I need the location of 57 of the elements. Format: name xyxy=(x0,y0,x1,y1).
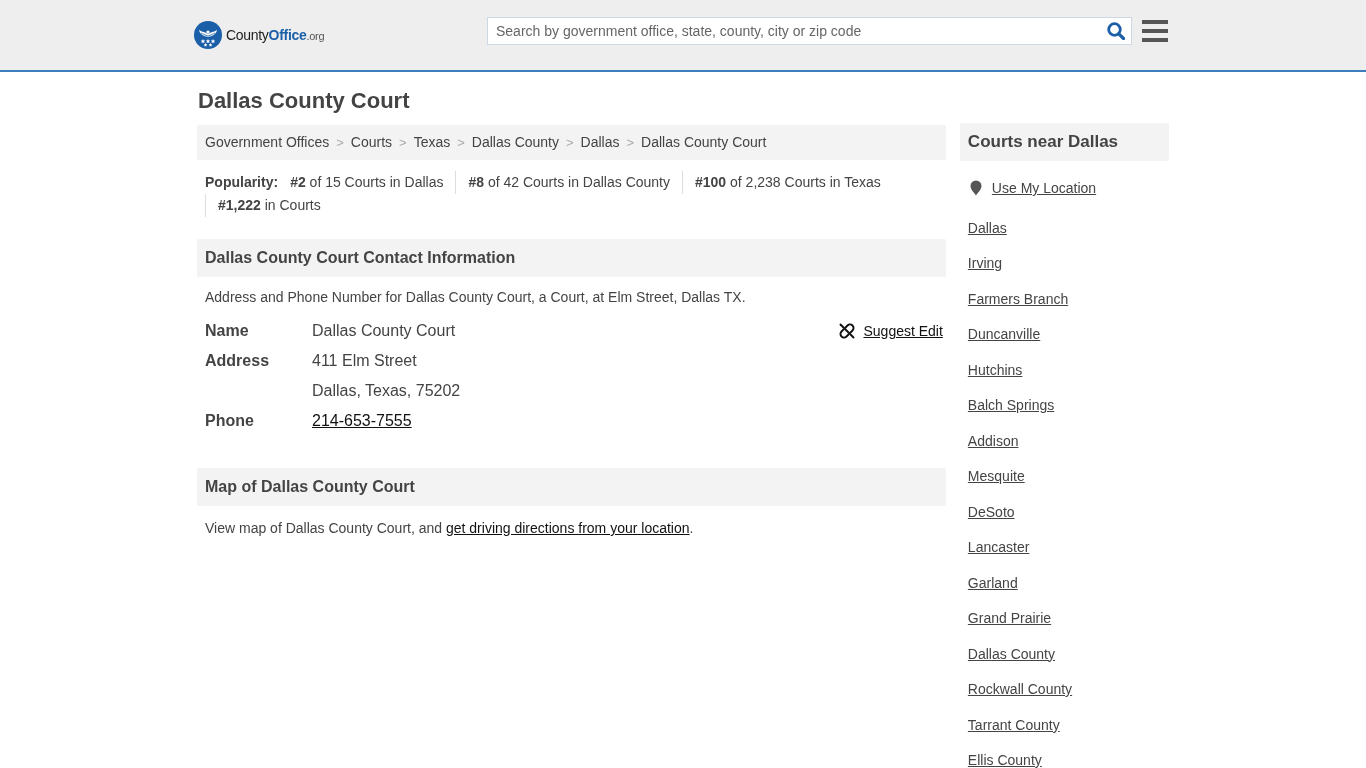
field-label: Name xyxy=(205,321,250,341)
nearby-place-link[interactable]: Grand Prairie xyxy=(967,608,1052,628)
breadcrumb-separator: > xyxy=(457,134,465,152)
home-link[interactable]: CountyOffice.org xyxy=(194,21,325,49)
sidebar-heading: Courts near Dallas xyxy=(959,123,1169,161)
nearby-place-link[interactable]: Rockwall County xyxy=(967,679,1073,699)
crossed-link-icon xyxy=(839,323,856,339)
nearby-place-link[interactable]: Ellis County xyxy=(967,750,1042,768)
breadcrumb-separator: > xyxy=(626,134,635,152)
popularity-rank: #8 of 42 Courts in Dallas County xyxy=(455,171,682,194)
field-label: Address xyxy=(205,351,271,371)
popularity-label: Popularity: xyxy=(205,173,280,192)
nearby-place-link[interactable]: Dallas xyxy=(967,217,1007,238)
breadcrumb-link[interactable]: Dallas xyxy=(580,133,620,152)
menu-icon xyxy=(1142,20,1168,42)
page-title: Dallas County Court xyxy=(198,88,411,114)
use-location-link[interactable]: Use My Location xyxy=(969,178,1097,198)
nearby-place-link[interactable]: Garland xyxy=(967,572,1018,593)
map-description: View map of Dallas County Court, and get driving directions from your location. xyxy=(204,519,695,538)
nearby-place-link[interactable]: Hutchins xyxy=(967,359,1023,380)
section-heading: Dallas County Court Contact Information xyxy=(197,239,946,277)
directions-link[interactable]: get driving directions from your location xyxy=(446,520,690,536)
suggest-edit-link[interactable]: Suggest Edit xyxy=(839,321,943,341)
breadcrumb-link[interactable]: Texas xyxy=(413,133,451,152)
nearby-place-link[interactable]: Duncanville xyxy=(967,324,1041,344)
contact-description: Address and Phone Number for Dallas County Court, a Court, at Elm Street, Dallas TX. xyxy=(204,288,747,307)
popularity-rank: #100 of 2,238 Courts in Texas xyxy=(682,171,893,194)
search-icon xyxy=(1107,22,1125,40)
nearby-place-link[interactable]: Irving xyxy=(967,253,1003,273)
phone-link[interactable]: 214-653-7555 xyxy=(312,412,412,429)
map-pin-icon xyxy=(969,180,982,196)
section-heading: Map of Dallas County Court xyxy=(197,468,946,506)
popularity-rank: #2 of 15 Courts in Dallas xyxy=(290,173,445,192)
search-field[interactable]: Search by government office, state, county, city or zip code xyxy=(487,17,1132,45)
nearby-place-link[interactable]: DeSoto xyxy=(967,501,1015,522)
field-value: 411 Elm Street xyxy=(312,352,417,369)
field-label: Phone xyxy=(205,411,255,431)
search-button[interactable] xyxy=(1107,22,1125,40)
menu-button[interactable] xyxy=(1142,20,1168,42)
breadcrumb-link[interactable]: Dallas County xyxy=(471,133,559,152)
nearby-place-link[interactable]: Balch Springs xyxy=(967,395,1055,415)
breadcrumb-link[interactable]: Dallas County Court xyxy=(641,133,767,152)
breadcrumb-link[interactable]: Courts xyxy=(350,133,393,152)
nearby-place-link[interactable]: Addison xyxy=(967,430,1019,451)
field-value: Dallas, Texas, 75202 xyxy=(312,382,461,399)
logo-icon xyxy=(194,21,222,49)
nearby-place-link[interactable]: Tarrant County xyxy=(967,714,1060,735)
nearby-place-link[interactable]: Lancaster xyxy=(967,537,1030,557)
breadcrumb-link[interactable]: Government Offices xyxy=(205,133,330,152)
breadcrumb-separator: > xyxy=(336,134,344,152)
field-value: Dallas County Court xyxy=(312,322,456,339)
popularity-rank: #1,222 in Courts xyxy=(205,194,333,217)
nearby-place-link[interactable]: Dallas County xyxy=(967,643,1055,664)
nearby-place-link[interactable]: Farmers Branch xyxy=(967,288,1069,309)
nearby-place-link[interactable]: Mesquite xyxy=(967,466,1025,486)
breadcrumb-separator: > xyxy=(566,134,574,152)
breadcrumb-separator: > xyxy=(399,134,407,152)
